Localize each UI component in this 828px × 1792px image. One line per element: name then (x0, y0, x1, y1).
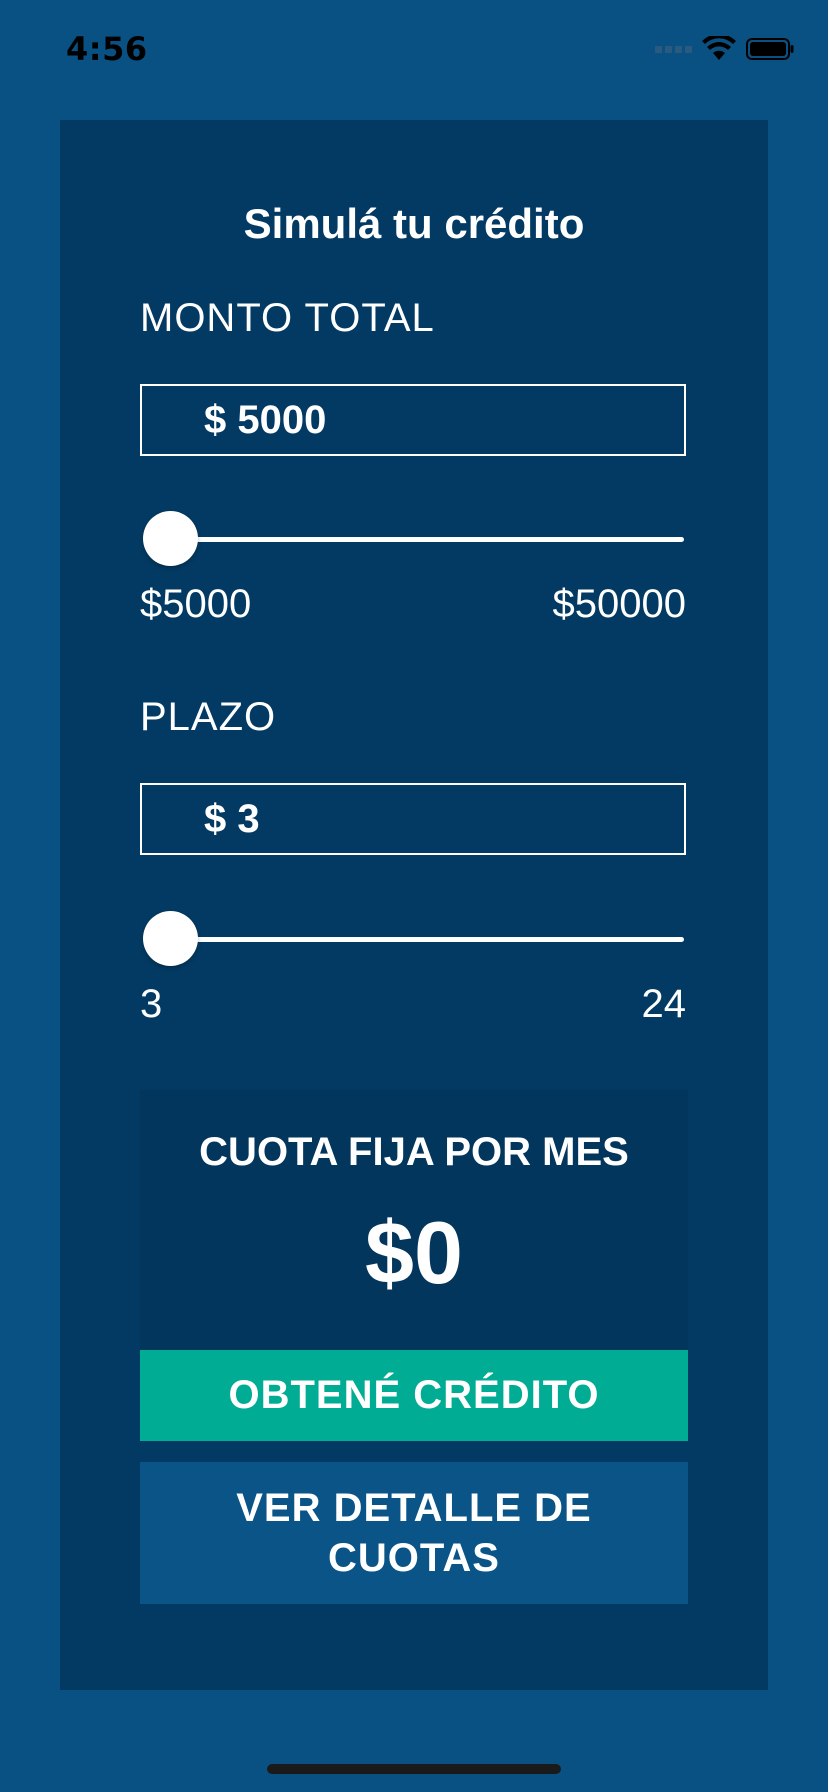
term-value: $ 3 (204, 796, 260, 841)
view-details-button[interactable]: VER DETALLE DE CUOTAS (140, 1462, 688, 1604)
home-indicator (267, 1764, 561, 1774)
term-min-label: 3 (140, 982, 163, 1026)
amount-max-label: $50000 (552, 582, 686, 626)
signal-icon (655, 45, 692, 53)
term-max-label: 24 (641, 982, 687, 1026)
quota-label: CUOTA FIJA POR MES (199, 1130, 629, 1174)
term-slider-track (170, 937, 684, 942)
get-credit-button[interactable]: OBTENÉ CRÉDITO (140, 1350, 688, 1441)
amount-slider-track (170, 537, 684, 542)
simulator-card (60, 120, 768, 1690)
amount-value: $ 5000 (204, 397, 327, 442)
amount-min-label: $5000 (140, 582, 252, 626)
status-time: 4:56 (66, 30, 148, 68)
amount-value-field[interactable]: $ 5000 (140, 384, 686, 456)
term-slider-thumb[interactable] (143, 911, 198, 966)
quota-panel: CUOTA FIJA POR MES $0 (140, 1090, 688, 1350)
wifi-icon (702, 36, 736, 60)
quota-value: $0 (365, 1203, 463, 1302)
status-bar: 4:56 (0, 0, 828, 100)
amount-slider[interactable] (140, 511, 686, 567)
term-value-field[interactable]: $ 3 (140, 783, 686, 855)
battery-icon (746, 38, 794, 60)
term-label: PLAZO (140, 695, 277, 739)
amount-label: MONTO TOTAL (140, 296, 435, 340)
status-indicators (655, 36, 794, 62)
page-title: Simulá tu crédito (243, 200, 585, 247)
amount-slider-thumb[interactable] (143, 511, 198, 566)
term-slider[interactable] (140, 911, 686, 967)
